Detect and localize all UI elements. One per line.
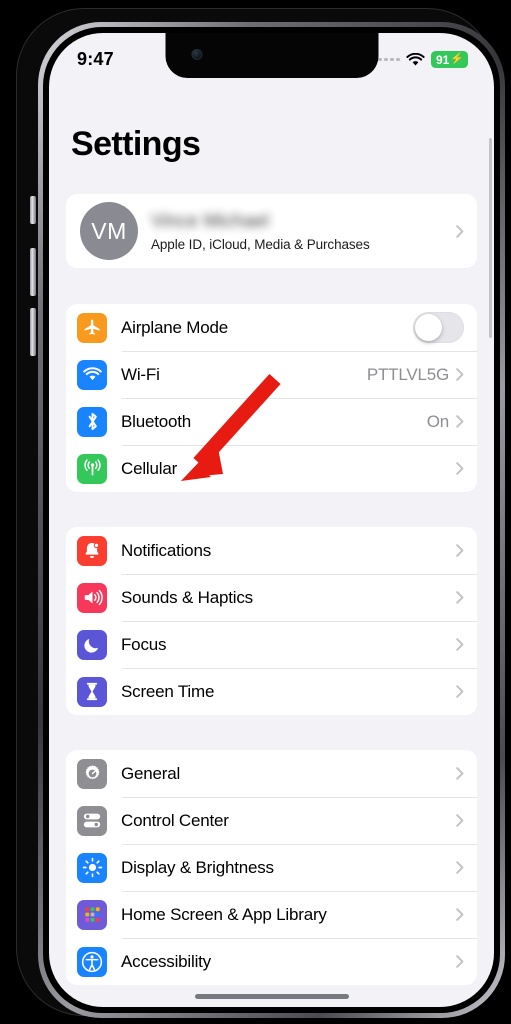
- apple-id-row[interactable]: VM Vince Michael Apple ID, iCloud, Media…: [66, 194, 477, 268]
- bluetooth-state-value: On: [426, 411, 449, 431]
- apple-id-text: Vince Michael Apple ID, iCloud, Media & …: [151, 211, 456, 252]
- settings-row-label: Sounds & Haptics: [121, 587, 253, 607]
- settings-row-label: General: [121, 763, 181, 783]
- apple-id-name: Vince Michael: [151, 210, 269, 232]
- settings-row-cellular[interactable]: Cellular: [66, 445, 477, 492]
- chevron-right-icon: [456, 814, 464, 827]
- volume-down-button[interactable]: [30, 308, 36, 356]
- wifi-network-value: PTTLVL5G: [366, 364, 449, 384]
- settings-row-home-screen[interactable]: Home Screen & App Library: [66, 891, 477, 938]
- settings-row-label: Display & Brightness: [121, 857, 274, 877]
- apple-id-subtitle: Apple ID, iCloud, Media & Purchases: [151, 236, 370, 252]
- brightness-icon: [77, 852, 107, 883]
- status-bar-indicators: 91 ⚡: [378, 51, 468, 68]
- chevron-right-icon: [456, 462, 464, 475]
- chevron-right-icon: [456, 591, 464, 604]
- settings-group-connectivity: Airplane Mode Wi-Fi PTTLVL5G Bluetooth O…: [66, 304, 477, 492]
- settings-row-label: Control Center: [121, 810, 229, 830]
- settings-row-display-brightness[interactable]: Display & Brightness: [66, 844, 477, 891]
- hourglass-icon: [77, 676, 107, 707]
- moon-icon: [77, 629, 107, 660]
- accessibility-icon: [77, 946, 107, 977]
- avatar: VM: [80, 202, 138, 260]
- airplane-icon: [77, 312, 107, 343]
- bluetooth-icon: [77, 406, 107, 437]
- settings-row-sounds-haptics[interactable]: Sounds & Haptics: [66, 574, 477, 621]
- status-bar-clock: 9:47: [77, 49, 114, 69]
- bell-icon: [77, 535, 107, 566]
- chevron-right-icon: [456, 224, 464, 238]
- gear-icon: [77, 758, 107, 789]
- settings-row-label: Accessibility: [121, 951, 211, 971]
- wifi-icon: [77, 359, 107, 390]
- chevron-right-icon: [456, 544, 464, 557]
- page-title: Settings: [71, 125, 201, 163]
- settings-group-alerts: Notifications Sounds & Haptics Focus Scr…: [66, 527, 477, 715]
- charging-bolt-icon: ⚡: [450, 53, 464, 65]
- chevron-right-icon: [456, 908, 464, 921]
- settings-scroll-area[interactable]: Settings VM Vince Michael Apple ID, iClo…: [49, 80, 494, 1007]
- airplane-mode-toggle[interactable]: [413, 312, 464, 343]
- vertical-scrollbar[interactable]: [488, 138, 492, 338]
- front-camera-icon: [191, 49, 202, 60]
- phone-screen: 9:47 91 ⚡ Settings VM Vince Michael Appl…: [49, 33, 494, 1007]
- chevron-right-icon: [456, 955, 464, 968]
- settings-row-notifications[interactable]: Notifications: [66, 527, 477, 574]
- settings-row-bluetooth[interactable]: Bluetooth On: [66, 398, 477, 445]
- settings-row-general[interactable]: General: [66, 750, 477, 797]
- settings-row-label: Screen Time: [121, 681, 215, 701]
- notch: [165, 33, 378, 78]
- volume-up-button[interactable]: [30, 248, 36, 296]
- home-indicator: [194, 994, 349, 999]
- settings-row-screen-time[interactable]: Screen Time: [66, 668, 477, 715]
- settings-row-wifi[interactable]: Wi-Fi PTTLVL5G: [66, 351, 477, 398]
- sliders-icon: [77, 805, 107, 836]
- chevron-right-icon: [456, 767, 464, 780]
- chevron-right-icon: [456, 638, 464, 651]
- settings-row-airplane-mode[interactable]: Airplane Mode: [66, 304, 477, 351]
- wifi-icon: [406, 52, 425, 66]
- settings-row-label: Cellular: [121, 458, 178, 478]
- settings-row-label: Airplane Mode: [121, 317, 229, 337]
- mute-switch[interactable]: [30, 196, 36, 224]
- signal-dots-icon: [378, 57, 400, 62]
- chevron-right-icon: [456, 415, 464, 428]
- speaker-icon: [77, 582, 107, 613]
- chevron-right-icon: [456, 685, 464, 698]
- settings-row-control-center[interactable]: Control Center: [66, 797, 477, 844]
- settings-row-label: Bluetooth: [121, 411, 192, 431]
- battery-percent-label: 91: [435, 52, 450, 67]
- settings-row-label: Focus: [121, 634, 167, 654]
- settings-row-label: Wi-Fi: [121, 364, 160, 384]
- chevron-right-icon: [456, 861, 464, 874]
- phone-body: 9:47 91 ⚡ Settings VM Vince Michael Appl…: [16, 8, 505, 1018]
- app-grid-icon: [77, 899, 107, 930]
- settings-row-focus[interactable]: Focus: [66, 621, 477, 668]
- settings-group-system: General Control Center Display & Brightn…: [66, 750, 477, 985]
- cellular-icon: [77, 453, 107, 484]
- settings-row-label: Home Screen & App Library: [121, 904, 327, 924]
- chevron-right-icon: [456, 368, 464, 381]
- battery-status-badge: 91 ⚡: [430, 51, 468, 68]
- settings-row-label: Notifications: [121, 540, 211, 560]
- settings-row-accessibility[interactable]: Accessibility: [66, 938, 477, 985]
- screenshot-stage: 9:47 91 ⚡ Settings VM Vince Michael Appl…: [0, 0, 511, 1024]
- apple-id-group: VM Vince Michael Apple ID, iCloud, Media…: [66, 194, 477, 268]
